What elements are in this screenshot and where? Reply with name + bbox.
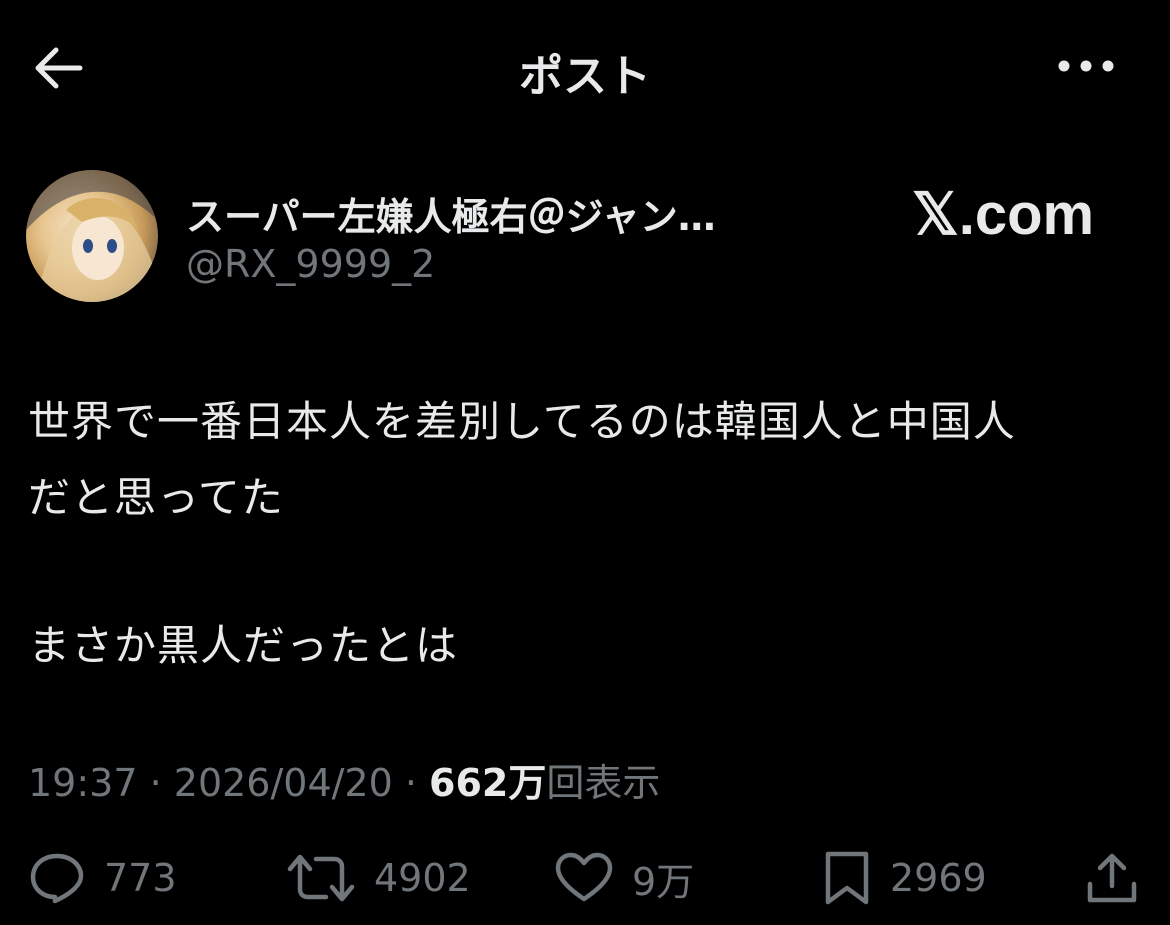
share-button[interactable] (1084, 850, 1140, 906)
heart-icon (555, 852, 613, 902)
tweet-text-line: まさか黒人だったとは (28, 621, 459, 670)
reply-button[interactable]: 773 (28, 850, 177, 906)
retweet-count: 4902 (374, 856, 471, 900)
tweet-meta: 19:37 · 2026/04/20 · 662万回表示 (28, 752, 660, 807)
author-handle[interactable]: @RX_9999_2 (186, 242, 435, 286)
avatar[interactable] (26, 170, 158, 302)
more-options-icon[interactable] (1054, 50, 1118, 82)
separator: · (392, 761, 430, 805)
bookmark-icon (825, 851, 869, 905)
tweet-text-line: 世界で一番日本人を差別してるのは韓国人と中国人 (28, 397, 1016, 446)
retweet-button[interactable]: 4902 (286, 850, 471, 906)
author-display-name[interactable]: スーパー左嫌人極右＠ジャン… (186, 186, 716, 241)
tweet-text-line: だと思ってた (28, 473, 284, 522)
brand-watermark: 𝕏.com (912, 182, 1095, 247)
like-count: 9万 (632, 859, 695, 904)
views-count[interactable]: 662万 (429, 761, 546, 805)
tweet-date[interactable]: 2026/04/20 (174, 761, 393, 805)
like-button[interactable]: 9万 (554, 850, 694, 906)
share-icon (1087, 853, 1137, 903)
reply-count: 773 (104, 856, 177, 900)
bookmark-count: 2969 (890, 856, 987, 900)
tweet-time[interactable]: 19:37 (28, 761, 138, 805)
bookmark-button[interactable]: 2969 (822, 850, 987, 906)
retweet-icon (287, 854, 355, 902)
views-label: 回表示 (546, 761, 661, 805)
reply-icon (30, 853, 84, 904)
page-title: ポスト (519, 51, 651, 102)
separator: · (137, 761, 174, 805)
